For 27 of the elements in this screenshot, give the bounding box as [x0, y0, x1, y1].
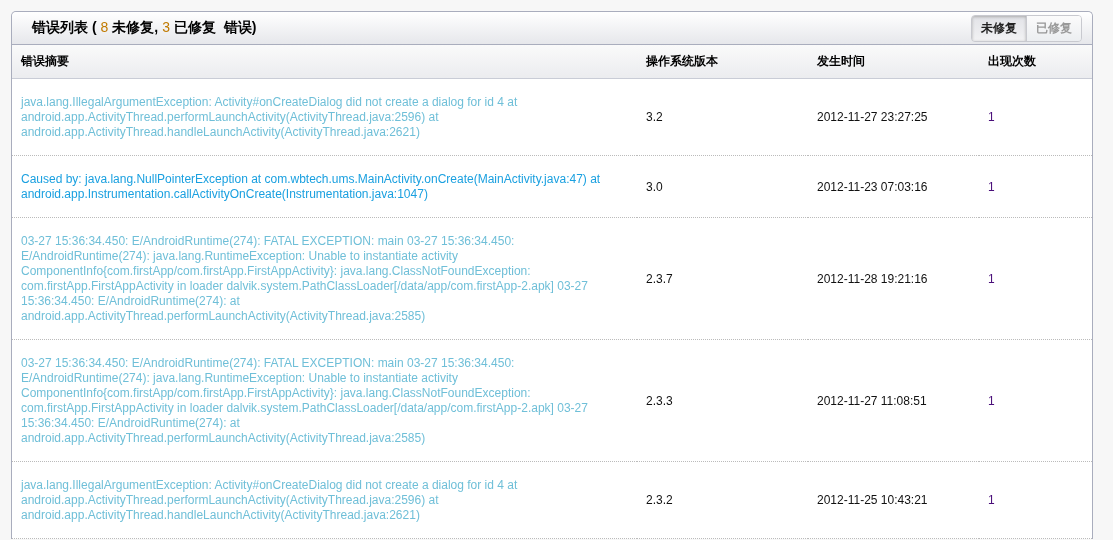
count-cell: 1	[979, 461, 1092, 539]
os-version-cell: 2.3.7	[637, 217, 808, 340]
error-summary-link[interactable]: 03-27 15:36:34.450: E/AndroidRuntime(274): FATAL EXCEPTION: main 03-27 15:36:34.450: E/AndroidRuntime(274): java.lang.RuntimeException: Unable to instantiate activity ComponentInfo{com.firstApp/com.firstApp.FirstAppActivity}: java.lang.ClassNotFoundException: com.firstApp.FirstAppActivity in loader dalvik.system.PathClassLoader[/data/app/com.firstApp-2.apk] 03-27 15:36:34.450: E/AndroidRuntime(274): at android.app.ActivityThread.performLaunchActivity(ActivityThread.java:2585)	[12, 217, 637, 340]
column-header: 操作系统版本	[637, 45, 808, 79]
count-cell: 1	[979, 217, 1092, 340]
filter-tab[interactable]: 未修复	[972, 15, 1026, 41]
time-cell: 2012-11-28 19:21:16	[808, 217, 979, 340]
time-cell: 2012-11-27 11:08:51	[808, 339, 979, 462]
column-header: 错误摘要	[12, 45, 637, 79]
os-version-cell: 2.3.3	[637, 339, 808, 462]
time-cell: 2012-11-23 07:03:16	[808, 155, 979, 218]
column-header: 出现次数	[979, 45, 1092, 79]
filter-tab[interactable]: 已修复	[1026, 15, 1081, 41]
error-summary-link[interactable]: 03-27 15:36:34.450: E/AndroidRuntime(274): FATAL EXCEPTION: main 03-27 15:36:34.450: E/AndroidRuntime(274): java.lang.RuntimeException: Unable to instantiate activity ComponentInfo{com.firstApp/com.firstApp.FirstAppActivity}: java.lang.ClassNotFoundException: com.firstApp.FirstAppActivity in loader dalvik.system.PathClassLoader[/data/app/com.firstApp-2.apk] 03-27 15:36:34.450: E/AndroidRuntime(274): at android.app.ActivityThread.performLaunchActivity(ActivityThread.java:2585)	[12, 339, 637, 462]
error-summary-link[interactable]: java.lang.IllegalArgumentException: Activity#onCreateDialog did not create a dialog for id 4 at android.app.ActivityThread.performLaunchActivity(ActivityThread.java:2596) at android.app.ActivityThread.handleLaunchActivity(ActivityThread.java:2621)	[12, 461, 637, 539]
time-cell: 2012-11-25 10:43:21	[808, 461, 979, 539]
os-version-cell: 2.3.2	[637, 461, 808, 539]
time-cell: 2012-11-27 23:27:25	[808, 78, 979, 156]
os-version-cell: 3.2	[637, 78, 808, 156]
error-summary-link[interactable]: Caused by: java.lang.NullPointerException at com.wbtech.ums.MainActivity.onCreate(MainActivity.java:47) at android.app.Instrumentation.callActivityOnCreate(Instrumentation.java:1047)	[12, 155, 637, 218]
panel-title: 错误列表 ( 8 未修复, 3 已修复 错误)	[32, 19, 257, 37]
error-summary-link[interactable]: java.lang.IllegalArgumentException: Activity#onCreateDialog did not create a dialog for id 4 at android.app.ActivityThread.performLaunchActivity(ActivityThread.java:2596) at android.app.ActivityThread.handleLaunchActivity(ActivityThread.java:2621)	[12, 78, 637, 156]
count-cell: 1	[979, 155, 1092, 218]
count-cell: 1	[979, 339, 1092, 462]
count-cell: 1	[979, 78, 1092, 156]
os-version-cell: 3.0	[637, 155, 808, 218]
column-header: 发生时间	[808, 45, 979, 79]
